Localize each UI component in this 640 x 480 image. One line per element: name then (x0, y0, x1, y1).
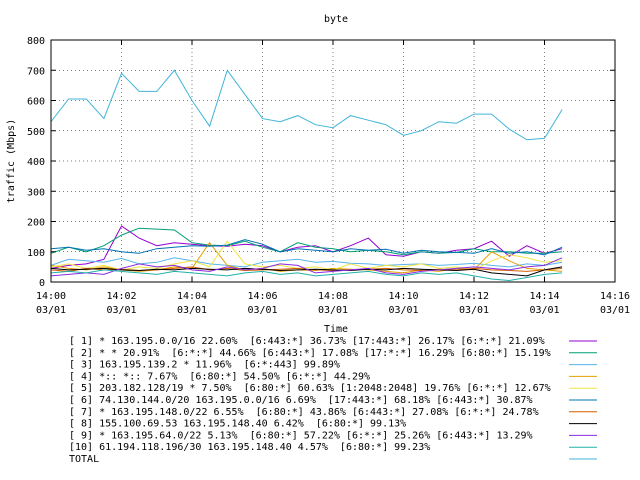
legend-label: [ 4] *:: *:: 7.67% [6:80:*] 54.50% [6:*:… (69, 371, 370, 382)
x-tick-label-date: 03/01 (388, 305, 418, 316)
legend: [ 1] * 163.195.0.0/16 22.60% [6:443:*] 3… (69, 336, 597, 465)
x-tick-label-date: 03/01 (106, 305, 136, 316)
legend-label: [10] 61.194.118.196/30 163.195.148.40 4.… (69, 442, 430, 453)
x-tick-label-time: 14:12 (459, 291, 489, 302)
legend-label: [ 8] 155.100.69.53 163.195.148.40 6.42% … (69, 419, 406, 430)
y-tick-label: 400 (27, 157, 45, 168)
x-tick-label-time: 14:06 (247, 291, 277, 302)
line-chart: byte 0 100 200 300 400 500 600 700 800 14:00 03/0… (6, 14, 630, 465)
legend-label: [ 6] 74.130.144.0/20 163.195.0.0/16 6.69… (69, 395, 533, 406)
series-line-11 (50, 69, 563, 141)
x-tick-label-time: 14:02 (106, 291, 136, 302)
x-tick-label-date: 03/01 (459, 305, 489, 316)
y-tick-label: 100 (27, 248, 45, 259)
series-line-3 (50, 257, 563, 268)
x-tick-label-date: 03/01 (600, 305, 630, 316)
legend-label: [ 9] * 163.195.64.0/22 5.13% [6:80:*] 57… (69, 430, 533, 441)
legend-label: [ 2] * * 20.91% [6:*:*] 44.66% [6:443:*]… (69, 348, 551, 359)
legend-label: [ 5] 203.182.128/19 * 7.50% [6:80:*] 60.… (69, 383, 551, 394)
y-tick-label: 800 (27, 36, 45, 47)
x-tick-label-time: 14:14 (529, 291, 559, 302)
y-tick-label: 0 (39, 278, 45, 289)
legend-label: [ 3] 163.195.139.2 * 11.96% [6:*:443] 99… (69, 360, 340, 371)
x-axis-label: Time (324, 324, 348, 335)
series-line-6 (50, 239, 563, 256)
y-tick-label: 700 (27, 66, 45, 77)
x-tick-label-time: 14:10 (388, 291, 418, 302)
series-lines (50, 69, 563, 282)
series-line-5 (50, 240, 563, 271)
y-tick-label: 500 (27, 127, 45, 138)
x-tick-label-date: 03/01 (36, 305, 66, 316)
x-tick-label-date: 03/01 (177, 305, 207, 316)
y-axis-label: traffic (Mbps) (6, 119, 17, 203)
x-tick-label-time: 14:04 (177, 291, 207, 302)
chart-title: byte (324, 14, 348, 25)
legend-label: [ 7] * 163.195.148.0/22 6.55% [6:80:*] 4… (69, 407, 539, 418)
x-tick-label-time: 14:08 (318, 291, 348, 302)
grid (51, 40, 615, 282)
x-tick-label-date: 03/01 (318, 305, 348, 316)
y-tick-label: 300 (27, 187, 45, 198)
x-tick-label-time: 14:00 (36, 291, 66, 302)
y-tick-label: 200 (27, 218, 45, 229)
legend-label: TOTAL (69, 454, 99, 465)
y-tick-label: 600 (27, 97, 45, 108)
x-tick-label-date: 03/01 (529, 305, 559, 316)
x-tick-label-time: 14:16 (600, 291, 630, 302)
legend-label: [ 1] * 163.195.0.0/16 22.60% [6:443:*] 3… (69, 336, 545, 347)
x-tick-label-date: 03/01 (247, 305, 277, 316)
